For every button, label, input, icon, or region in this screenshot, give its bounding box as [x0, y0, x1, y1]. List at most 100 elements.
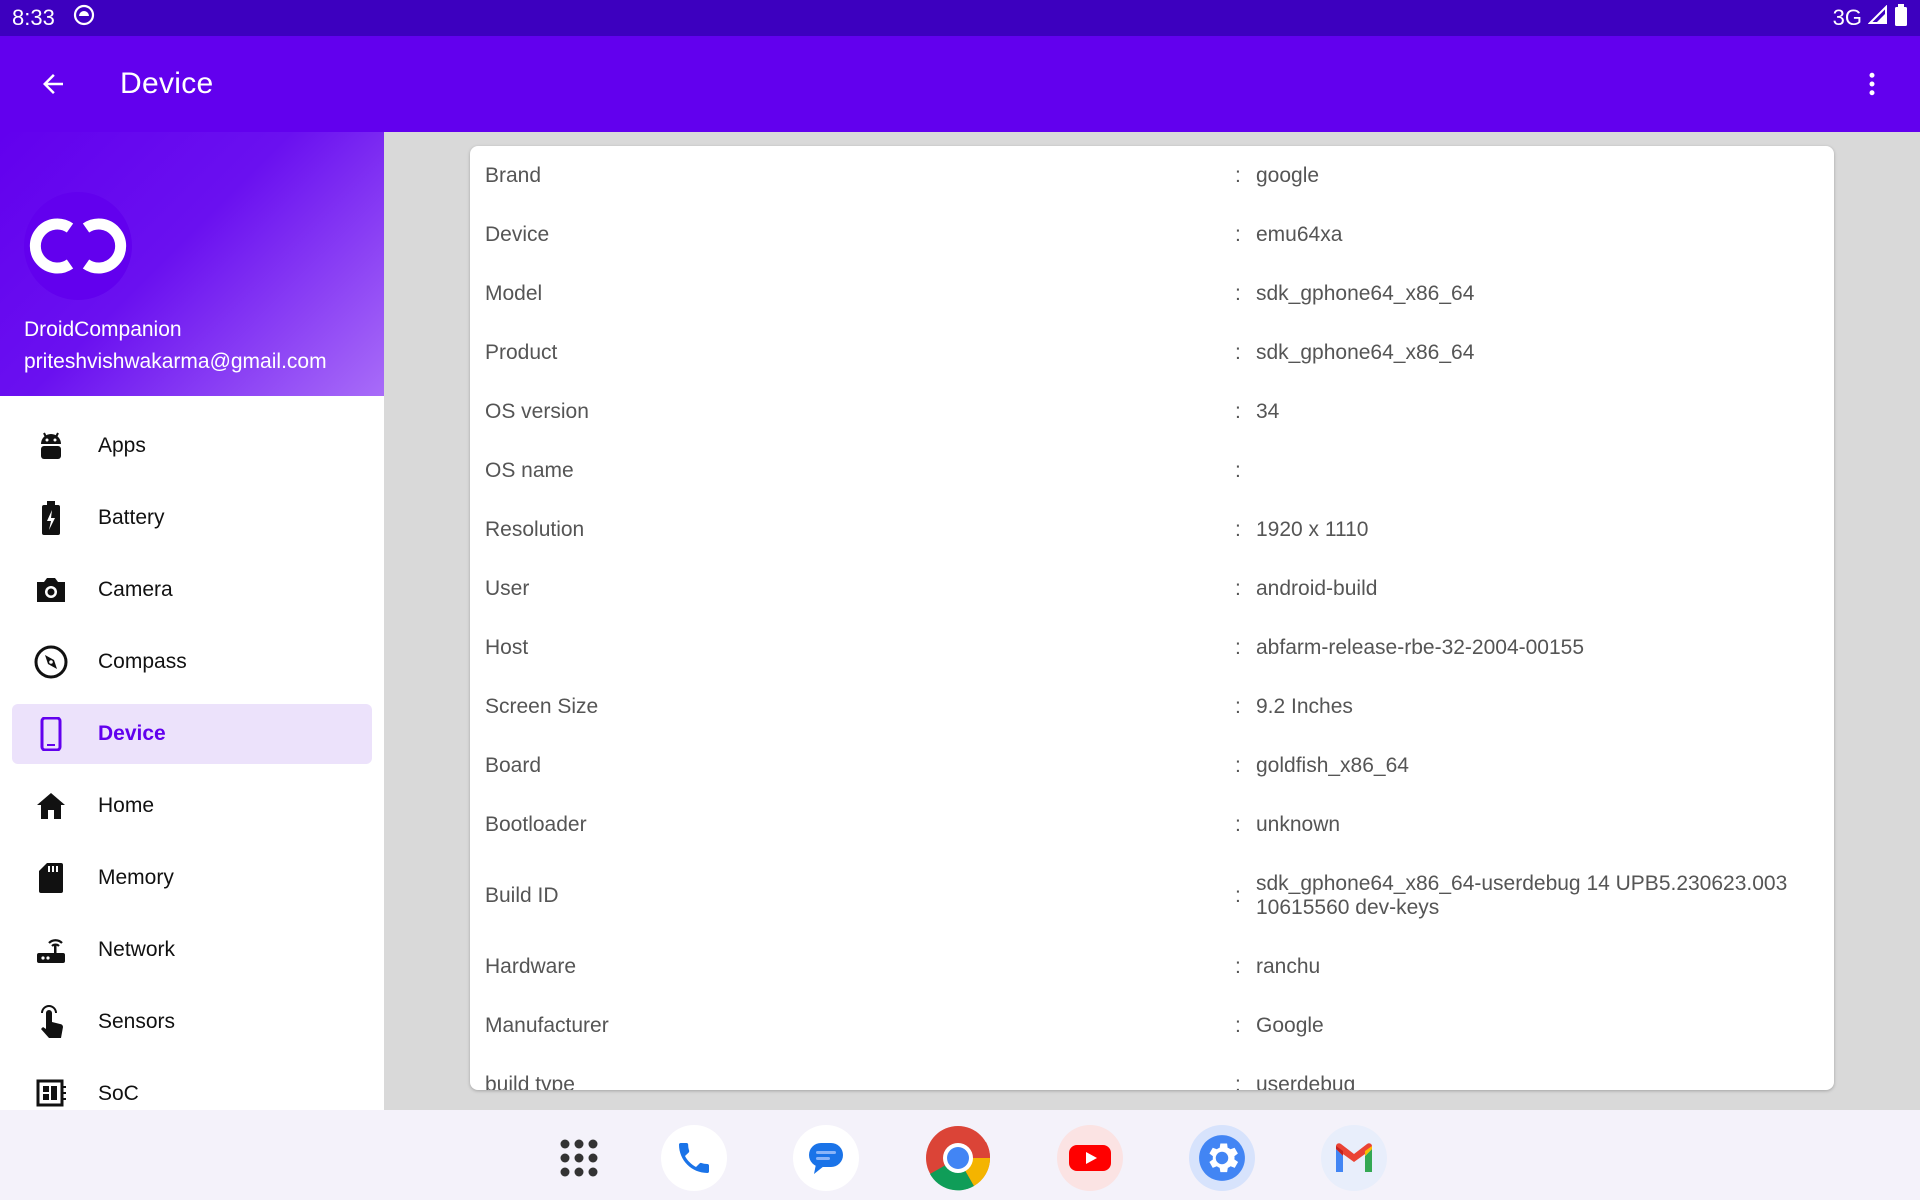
main-content[interactable]: Brand : google Device : emu64xa Model : … — [384, 132, 1920, 1110]
sidebar-item-network[interactable]: Network — [12, 920, 372, 980]
info-key: Build ID — [485, 884, 559, 907]
signal-icon — [1867, 4, 1888, 31]
sidebar-item-label: Apps — [98, 434, 146, 457]
page-title: Device — [120, 67, 214, 100]
sidebar-item-battery[interactable]: Battery — [12, 488, 372, 548]
info-value: unknown — [1256, 813, 1341, 836]
info-separator: : — [1235, 1073, 1241, 1090]
sidebar-item-compass[interactable]: Compass — [12, 632, 372, 692]
info-key: Device — [485, 223, 550, 246]
info-value: 9.2 Inches — [1256, 695, 1353, 718]
info-separator: : — [1235, 400, 1241, 423]
sidebar-item-camera[interactable]: Camera — [12, 560, 372, 620]
arrow-back-icon[interactable] — [24, 55, 82, 113]
youtube-icon[interactable] — [1057, 1125, 1123, 1191]
info-value: abfarm-release-rbe-32-2004-00155 — [1256, 636, 1585, 659]
info-separator: : — [1235, 164, 1241, 187]
info-row: Host : abfarm-release-rbe-32-2004-00155 — [470, 636, 1834, 660]
info-value: emu64xa — [1256, 223, 1343, 246]
info-row: User : android-build — [470, 577, 1834, 601]
messages-icon[interactable] — [793, 1125, 859, 1191]
sidebar-item-label: SoC — [98, 1082, 139, 1105]
info-value: 1920 x 1110 — [1256, 518, 1369, 541]
drawer-email: priteshvishwakarma@gmail.com — [24, 350, 327, 373]
sidebar-item-apps[interactable]: Apps — [12, 416, 372, 476]
android-notification-icon — [73, 4, 95, 32]
drawer-menu: Apps Battery Camera Compass Device Home … — [0, 396, 384, 1110]
camera-icon — [30, 569, 72, 611]
info-key: build type — [485, 1073, 575, 1090]
settings-icon[interactable] — [1189, 1125, 1255, 1191]
info-key: OS version — [485, 400, 589, 423]
app-bar: Device — [0, 36, 1920, 132]
info-key: Bootloader — [485, 813, 587, 836]
sidebar-item-device[interactable]: Device — [12, 704, 372, 764]
info-row: Bootloader : unknown — [470, 813, 1834, 837]
info-value: sdk_gphone64_x86_64 — [1256, 282, 1475, 305]
sidebar-item-label: Home — [98, 794, 155, 817]
info-value: sdk_gphone64_x86_64-userdebug 14 UPB5.23… — [1256, 872, 1788, 919]
info-row: Hardware : ranchu — [470, 955, 1834, 979]
info-key: OS name — [485, 459, 574, 482]
home-icon — [30, 785, 72, 827]
info-key: Manufacturer — [485, 1014, 609, 1037]
info-key: Screen Size — [485, 695, 599, 718]
info-value: Google — [1256, 1014, 1324, 1037]
info-key: Hardware — [485, 955, 577, 978]
gmail-icon[interactable] — [1321, 1125, 1387, 1191]
info-row: build type : userdebug — [470, 1073, 1834, 1090]
router-icon — [30, 929, 72, 971]
sidebar-item-label: Battery — [98, 506, 165, 529]
info-value: sdk_gphone64_x86_64 — [1256, 341, 1475, 364]
info-key: User — [485, 577, 530, 600]
info-separator: : — [1235, 955, 1241, 978]
info-separator: : — [1235, 518, 1241, 541]
info-separator: : — [1235, 459, 1241, 482]
info-separator: : — [1235, 341, 1241, 364]
info-key: Product — [485, 341, 558, 364]
sidebar-item-home[interactable]: Home — [12, 776, 372, 836]
info-separator: : — [1235, 636, 1241, 659]
device-info-card[interactable]: Brand : google Device : emu64xa Model : … — [470, 146, 1834, 1090]
info-separator: : — [1235, 884, 1241, 907]
sidebar-item-soc[interactable]: SoC — [12, 1064, 372, 1110]
info-row: OS version : 34 — [470, 400, 1834, 424]
info-value: 34 — [1256, 400, 1280, 423]
info-key: Host — [485, 636, 529, 659]
drawer-app-name: DroidCompanion — [24, 318, 182, 341]
chip-icon — [30, 1073, 72, 1110]
info-row: Manufacturer : Google — [470, 1014, 1834, 1038]
info-row: Screen Size : 9.2 Inches — [470, 695, 1834, 719]
app-drawer-icon[interactable] — [546, 1125, 612, 1191]
info-value: ranchu — [1256, 955, 1321, 978]
info-separator: : — [1235, 282, 1241, 305]
network-type: 3G — [1832, 5, 1862, 30]
battery-icon — [1894, 4, 1908, 32]
info-row: Brand : google — [470, 164, 1834, 188]
more-vert-icon[interactable] — [1848, 60, 1896, 108]
info-separator: : — [1235, 754, 1241, 777]
compass-icon — [30, 641, 72, 683]
info-value: android-build — [1256, 577, 1378, 600]
info-key: Resolution — [485, 518, 585, 541]
status-bar: 8:33 3G — [0, 0, 1920, 36]
sidebar-item-label: Memory — [98, 866, 174, 889]
navigation-drawer: DroidCompanion priteshvishwakarma@gmail.… — [0, 132, 384, 1110]
sidebar-item-label: Camera — [98, 578, 173, 601]
sidebar-item-memory[interactable]: Memory — [12, 848, 372, 908]
chrome-icon[interactable] — [925, 1125, 991, 1191]
touch-icon — [30, 1001, 72, 1043]
info-separator: : — [1235, 1014, 1241, 1037]
phone-icon[interactable] — [661, 1125, 727, 1191]
info-row: Build ID : sdk_gphone64_x86_64-userdebug… — [470, 872, 1834, 920]
info-row: Product : sdk_gphone64_x86_64 — [470, 341, 1834, 365]
info-value: google — [1256, 164, 1320, 187]
sidebar-item-sensors[interactable]: Sensors — [12, 992, 372, 1052]
status-time: 8:33 — [12, 5, 55, 30]
info-value: userdebug — [1256, 1073, 1356, 1090]
sidebar-item-label: Network — [98, 938, 176, 961]
sidebar-item-label: Sensors — [98, 1010, 176, 1033]
battery-charging-icon — [30, 497, 72, 539]
app-logo-icon — [24, 192, 132, 300]
sd-card-icon — [30, 857, 72, 899]
